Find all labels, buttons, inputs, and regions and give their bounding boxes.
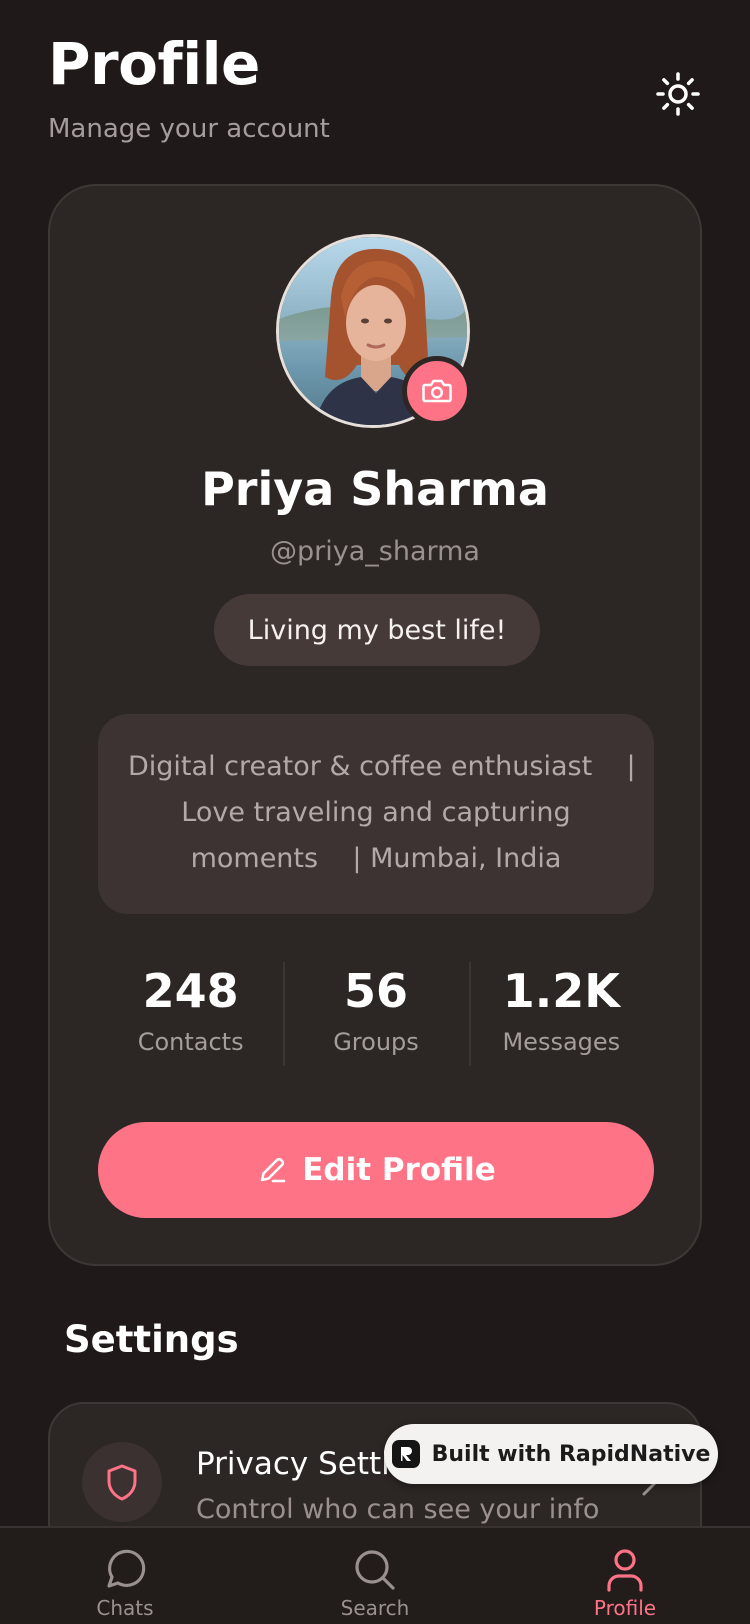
bio-line: moments | Mumbai, India: [190, 843, 562, 874]
pencil-icon: [260, 1157, 286, 1183]
built-with-badge[interactable]: Built with RapidNative: [384, 1424, 718, 1484]
nav-label: Chats: [96, 1596, 154, 1620]
bottom-nav: Chats Search Profile: [0, 1526, 750, 1624]
profile-card: Priya Sharma @priya_sharma Living my bes…: [48, 184, 702, 1266]
bio-line: Love traveling and capturing: [181, 797, 571, 828]
nav-item-search[interactable]: Search: [295, 1546, 455, 1620]
sun-icon: [656, 72, 700, 116]
stat-value: 1.2K: [502, 964, 620, 1018]
nav-label: Search: [340, 1596, 410, 1620]
setting-description: Control who can see your info: [196, 1494, 600, 1525]
stat-value: 56: [343, 964, 408, 1018]
stat-messages[interactable]: 1.2K Messages: [468, 958, 654, 1066]
edit-profile-label: Edit Profile: [302, 1152, 496, 1188]
setting-icon-wrap: [82, 1442, 162, 1522]
bio-box: Digital creator & coffee enthusiast | Lo…: [98, 714, 654, 914]
status-text: Living my best life!: [247, 614, 507, 646]
profile-handle: @priya_sharma: [270, 536, 480, 567]
stats-row: 248 Contacts 56 Groups 1.2K Messages: [98, 958, 654, 1066]
user-icon: [607, 1549, 643, 1592]
profile-screen: Profile Manage your account Priya Sharma…: [0, 0, 750, 1624]
settings-heading: Settings: [64, 1318, 239, 1361]
nav-label: Profile: [593, 1596, 657, 1620]
shield-icon: [107, 1464, 137, 1501]
chat-icon: [107, 1549, 146, 1588]
stat-label: Groups: [333, 1028, 419, 1056]
profile-name: Priya Sharma: [201, 462, 549, 516]
bio-line: Digital creator & coffee enthusiast |: [128, 751, 636, 782]
stat-contacts[interactable]: 248 Contacts: [98, 958, 283, 1066]
theme-toggle-button[interactable]: [652, 68, 704, 120]
badge-label: Built with RapidNative: [431, 1441, 711, 1467]
change-photo-button[interactable]: [402, 356, 472, 426]
stat-label: Messages: [502, 1028, 621, 1056]
edit-profile-button[interactable]: Edit Profile: [98, 1122, 654, 1218]
status-pill[interactable]: Living my best life!: [214, 594, 540, 666]
rapidnative-logo-icon: [391, 1440, 420, 1468]
stat-value: 248: [142, 964, 239, 1018]
nav-item-profile[interactable]: Profile: [545, 1546, 705, 1620]
stat-groups[interactable]: 56 Groups: [283, 958, 468, 1066]
stat-label: Contacts: [137, 1028, 244, 1056]
camera-icon: [422, 379, 452, 403]
page-title: Profile: [48, 30, 260, 98]
nav-item-chats[interactable]: Chats: [45, 1546, 205, 1620]
search-icon: [355, 1550, 395, 1590]
page-subtitle: Manage your account: [48, 114, 330, 144]
